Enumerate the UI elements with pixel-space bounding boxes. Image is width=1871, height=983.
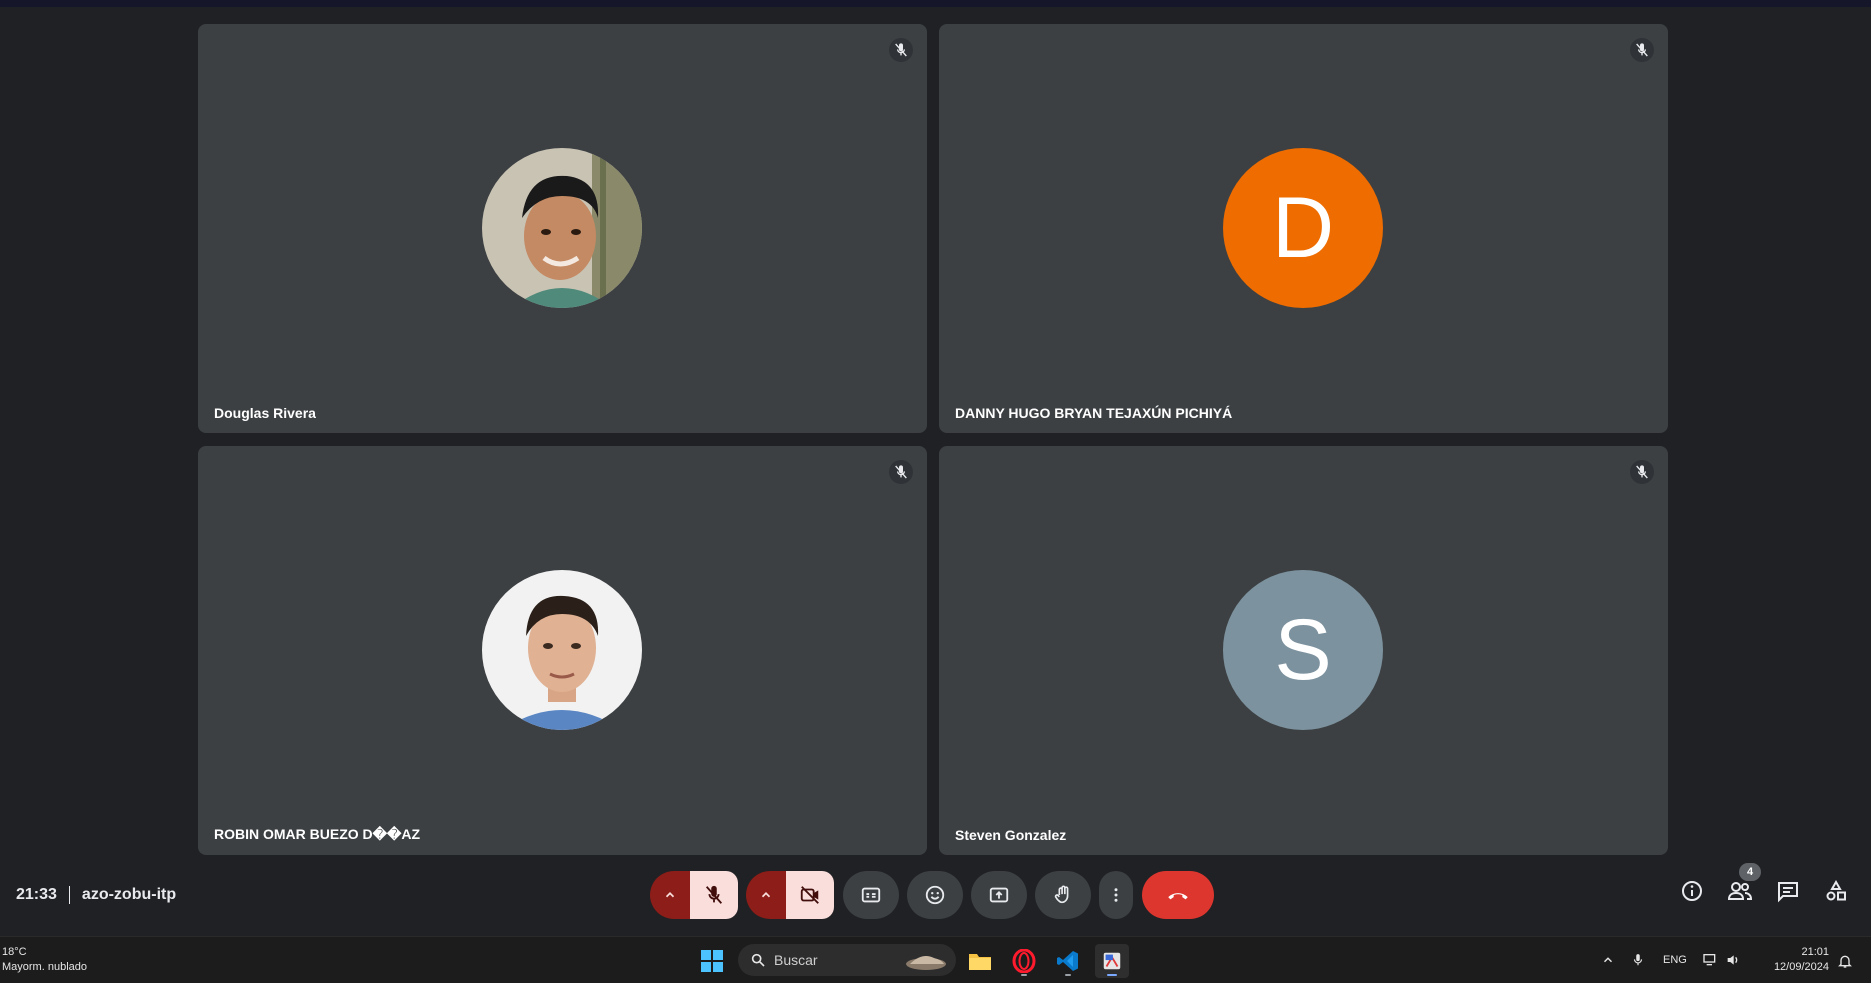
show-hidden-icons-chevron-icon[interactable] [1601,953,1615,967]
chat-icon [1778,882,1798,903]
emoji-icon [925,885,945,905]
running-indicator [1065,974,1071,976]
captions-button[interactable] [843,871,899,919]
present-button[interactable] [971,871,1027,919]
chevron-up-icon [665,892,675,898]
microphone-tray-icon[interactable] [1631,952,1645,968]
taskbar-opera[interactable] [1007,944,1041,978]
mic-off-icon [705,885,723,904]
bell-icon [1838,955,1852,968]
info-icon [1682,881,1702,901]
muted-mic-icon [889,38,913,62]
snipping-tool-icon [1103,952,1121,970]
weather-description: Mayorm. nublado [2,961,87,973]
vscode-icon [1057,951,1078,971]
folder-icon [969,954,991,970]
taskbar-search-box[interactable]: Buscar [738,944,956,976]
captions-icon [861,887,881,903]
reactions-button[interactable] [907,871,963,919]
system-tray: ENG [1601,937,1741,983]
taskbar-file-explorer[interactable] [963,944,997,978]
camera-off-icon [800,886,819,904]
notifications-button[interactable] [1831,944,1859,978]
participant-name: Douglas Rivera [214,405,316,421]
running-indicator [1021,974,1027,976]
windows-logo-icon [701,950,723,972]
taskbar-snipping-tool[interactable] [1095,944,1129,978]
opera-icon [1012,949,1036,973]
avatar-photo [482,148,642,308]
meeting-time: 21:33 [16,886,57,903]
weather-widget[interactable]: 18°C Mayorm. nublado [2,945,87,975]
leave-call-button[interactable] [1142,871,1214,919]
muted-mic-icon [889,460,913,484]
present-screen-icon [989,887,1009,903]
avatar-letter: D [1223,148,1383,308]
activities-shapes-icon [1826,879,1846,901]
divider [68,886,70,904]
participant-tile-danny[interactable]: D DANNY HUGO BRYAN TEJAXÚN PICHIYÁ [939,24,1668,433]
avatar-letter: S [1223,570,1383,730]
network-icon[interactable] [1701,952,1719,968]
participant-name: DANNY HUGO BRYAN TEJAXÚN PICHIYÁ [955,405,1233,421]
taskbar-clock[interactable]: 21:01 12/09/2024 [1774,945,1829,975]
chevron-up-icon [761,892,771,898]
meeting-code[interactable]: azo-zobu-itp [82,886,176,904]
participant-name: ROBIN OMAR BUEZO D��AZ [214,826,421,842]
clock-time: 21:01 [1801,946,1829,958]
hand-icon [1054,885,1069,904]
raise-hand-button[interactable] [1035,871,1091,919]
chat-button[interactable] [1768,871,1808,911]
language-indicator[interactable]: ENG [1663,954,1687,966]
clock-date: 12/09/2024 [1773,961,1829,973]
muted-mic-icon [1630,460,1654,484]
search-highlight-illustration-icon [906,956,946,970]
windows-taskbar: 18°C Mayorm. nublado Buscar ENG 21:01 12… [0,936,1871,983]
avatar-initial: S [1274,602,1332,698]
more-vert-icon [1114,888,1118,902]
activities-button[interactable] [1816,871,1856,911]
meeting-details-button[interactable] [1672,871,1712,911]
participant-count-badge: 4 [1739,863,1761,881]
microphone-button[interactable] [690,871,738,919]
volume-icon[interactable] [1725,952,1741,968]
active-indicator [1107,974,1117,976]
participant-tile-robin[interactable]: ROBIN OMAR BUEZO D��AZ [198,446,927,855]
search-icon [751,953,765,967]
window-top-strip [0,0,1871,7]
camera-button[interactable] [786,871,834,919]
mic-options-button[interactable] [650,871,690,919]
taskbar-vscode[interactable] [1051,944,1085,978]
windows-start-button[interactable] [695,944,729,978]
phone-hangup-icon [1168,893,1188,900]
more-options-button[interactable] [1099,871,1133,919]
participant-tile-douglas[interactable]: Douglas Rivera [198,24,927,433]
search-placeholder: Buscar [774,952,818,968]
muted-mic-icon [1630,38,1654,62]
participant-name: Steven Gonzalez [955,827,1067,843]
avatar-initial: D [1271,180,1335,276]
meeting-info: 21:33 azo-zobu-itp [16,883,176,907]
people-icon [1727,882,1753,900]
weather-temperature: 18°C [2,946,27,958]
camera-options-button[interactable] [746,871,786,919]
avatar-photo [482,570,642,730]
participant-tile-steven[interactable]: S Steven Gonzalez [939,446,1668,855]
